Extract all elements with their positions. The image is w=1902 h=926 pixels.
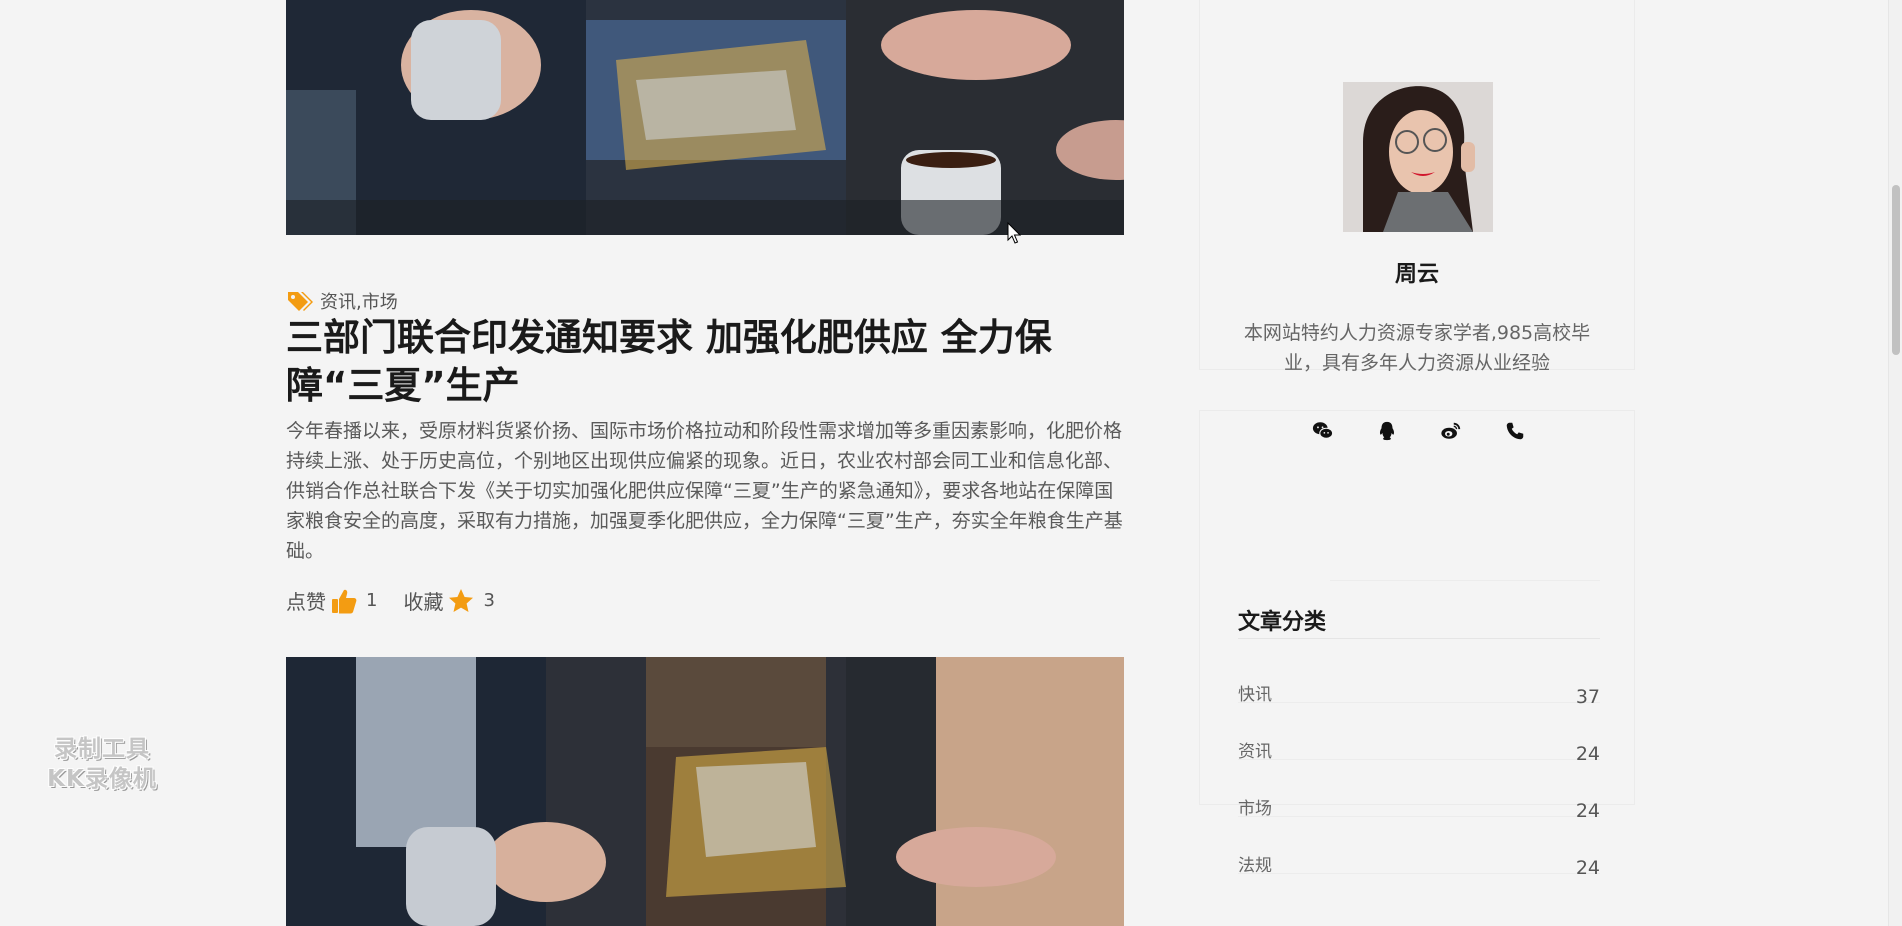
scrollbar[interactable] (1888, 0, 1902, 926)
category-name[interactable]: 法规 (1238, 851, 1272, 876)
category-item[interactable]: 资讯 24 (1238, 737, 1600, 794)
weibo-icon[interactable] (1440, 420, 1462, 442)
category-name[interactable]: 资讯 (1238, 737, 1272, 762)
star-icon (447, 587, 475, 615)
category-name[interactable]: 快讯 (1238, 680, 1272, 705)
avatar[interactable] (1343, 82, 1493, 232)
post-actions: 点赞 1 收藏 3 (286, 586, 521, 615)
watermark-line-2: KK录像机 (47, 766, 157, 792)
watermark-line-1: 录制工具 (54, 736, 150, 762)
profile-name: 周云 (1394, 262, 1439, 287)
category-count: 24 (1575, 743, 1600, 765)
like-count: 1 (366, 590, 378, 611)
category-item[interactable]: 法规 24 (1238, 851, 1600, 908)
categories-title-rule (1238, 638, 1600, 639)
category-divider (1238, 873, 1600, 874)
post-title[interactable]: 三部门联合印发通知要求 加强化肥供应 全力保障“三夏”生产 (286, 314, 1106, 410)
category-item[interactable]: 市场 24 (1238, 794, 1600, 851)
recorder-watermark: 录制工具 KK录像机 (32, 734, 172, 794)
post-image-next[interactable] (286, 657, 1124, 926)
social-links (1312, 420, 1526, 442)
profile-bio: 本网站特约人力资源专家学者,985高校毕业，具有多年人力资源从业经验 (1243, 322, 1591, 374)
categories-title: 文章分类 (1238, 610, 1327, 635)
category-count: 24 (1575, 857, 1600, 879)
category-name[interactable]: 市场 (1238, 794, 1272, 819)
mouse-cursor-icon (1007, 222, 1021, 244)
divider (1330, 580, 1600, 581)
category-divider (1238, 759, 1600, 760)
post-excerpt: 今年春播以来，受原材料货紧价扬、国际市场价格拉动和阶段性需求增加等多重因素影响，… (286, 420, 1123, 562)
post-image-top[interactable] (286, 0, 1124, 235)
category-count: 24 (1575, 800, 1600, 822)
like-button[interactable]: 点赞 1 (286, 586, 377, 615)
qq-icon[interactable] (1376, 420, 1398, 442)
favorite-button[interactable]: 收藏 3 (403, 586, 495, 615)
post-tags: 资讯,市场 (286, 288, 398, 314)
wechat-icon[interactable] (1312, 420, 1334, 442)
category-item[interactable]: 快讯 37 (1238, 680, 1600, 737)
like-label: 点赞 (286, 590, 326, 614)
category-divider (1238, 816, 1600, 817)
phone-icon[interactable] (1504, 420, 1526, 442)
post-tags-text[interactable]: 资讯,市场 (320, 288, 398, 314)
category-count: 37 (1575, 686, 1600, 708)
thumbs-up-icon (330, 587, 358, 615)
category-list: 快讯 37 资讯 24 市场 24 法规 24 (1238, 680, 1600, 908)
favorite-label: 收藏 (403, 590, 444, 614)
favorite-count: 3 (483, 590, 495, 611)
category-divider (1238, 702, 1600, 703)
scrollbar-thumb[interactable] (1892, 185, 1900, 355)
tag-icon (286, 290, 314, 312)
